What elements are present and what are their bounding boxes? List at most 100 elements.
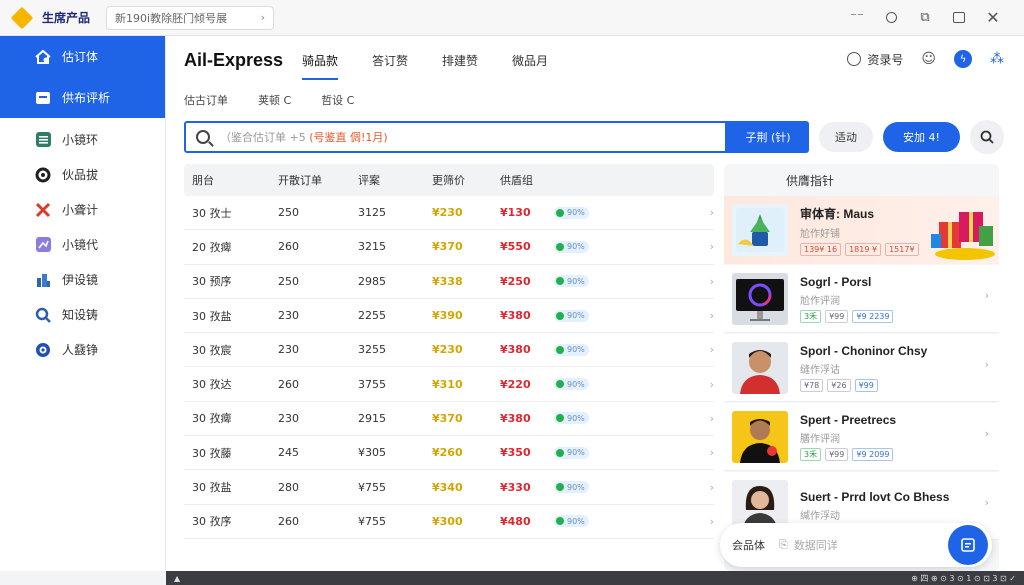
chevron-right-icon: › bbox=[709, 309, 714, 323]
table-row[interactable]: 30 孜盐 280 ¥755 ¥340 ¥330 90% › bbox=[184, 470, 714, 505]
sidebar-item-label: 小镜环 bbox=[62, 133, 99, 147]
cell-reviews: 3755 bbox=[358, 377, 386, 391]
window-tab[interactable]: 新190i教除胚门倾号展 › bbox=[106, 5, 275, 30]
sidebar-item-report[interactable]: 供布评析 bbox=[0, 77, 165, 118]
title-bar: 生席产品 新190i教除胚门倾号展 › ⁻⁻ ⧉ ✕ bbox=[0, 0, 1024, 36]
account-icon bbox=[847, 52, 862, 66]
table-row[interactable]: 30 孜痺 230 2915 ¥370 ¥380 90% › bbox=[184, 402, 714, 437]
column-header[interactable]: 朋台 bbox=[184, 172, 272, 188]
account-button[interactable]: 资录号 bbox=[847, 51, 903, 68]
subtab-sort[interactable]: 荚顿 C bbox=[258, 92, 291, 108]
sidebar-item-label: 估订体 bbox=[62, 50, 99, 64]
sidebar-item-list[interactable]: 小镜环 bbox=[0, 122, 165, 157]
tab-monthly[interactable]: 微品月 bbox=[512, 52, 548, 80]
chat-send-button[interactable] bbox=[948, 525, 988, 565]
sidebar-item-target[interactable]: 人鼗铮 bbox=[0, 332, 165, 367]
column-header[interactable]: 供盾组 bbox=[500, 172, 554, 188]
action-button[interactable]: 适动 bbox=[819, 122, 873, 152]
product-tag: ¥9 2099 bbox=[852, 447, 894, 461]
brand-title: Ail-Express bbox=[184, 50, 284, 70]
chevron-right-icon: › bbox=[260, 11, 266, 24]
subtab-orders[interactable]: 估古订单 bbox=[184, 92, 228, 108]
table-row[interactable]: 30 孜盐 230 2255 ¥390 ¥380 90% › bbox=[184, 299, 714, 334]
add-button[interactable]: 安加 4! bbox=[883, 122, 960, 152]
table-row[interactable]: 30 孜藤 245 ¥305 ¥260 ¥350 90% › bbox=[184, 436, 714, 471]
featured-product-card[interactable]: 审体育: Maus 尬作好铺 139¥ 16 1819 ¥ 1517¥ bbox=[724, 196, 999, 264]
status-dot-icon bbox=[556, 483, 564, 492]
cell-platform: 30 孜痺 bbox=[192, 412, 232, 426]
cell-price: ¥340 bbox=[432, 480, 463, 494]
subtab-filter[interactable]: 哲设 C bbox=[321, 92, 354, 108]
extension-button[interactable]: ⧉ bbox=[908, 6, 942, 30]
column-header[interactable]: 更筛价 bbox=[432, 172, 500, 188]
cell-orders: 245 bbox=[278, 446, 299, 460]
status-dot-icon bbox=[556, 208, 564, 217]
sidebar-item-gear[interactable]: 伙品拔 bbox=[0, 157, 165, 192]
product-subtitle: 尬作好铺 bbox=[800, 228, 840, 240]
users-button[interactable]: ⁂ bbox=[990, 51, 1004, 67]
smiley-icon: ☺ bbox=[921, 51, 936, 67]
nav-tabs: 骑品款 答订赘 排建赞 微品月 bbox=[302, 52, 582, 80]
cell-cost: ¥380 bbox=[500, 411, 531, 425]
product-card[interactable]: Sogrl - Porsl 尬作评润 3禾 ¥99 ¥9 2239 › bbox=[724, 265, 999, 333]
chevron-right-icon: › bbox=[709, 446, 714, 460]
sidebar-item-home[interactable]: 估订体 bbox=[0, 36, 165, 77]
product-name: Suert - Prrd lovt Co Bhess bbox=[800, 489, 950, 504]
sidebar-item-search-cog[interactable]: 知设铸 bbox=[0, 297, 165, 332]
bolt-icon: ϟ bbox=[954, 50, 972, 68]
table-row[interactable]: 30 孜宸 230 3255 ¥230 ¥380 90% › bbox=[184, 333, 714, 368]
search-round-button[interactable] bbox=[969, 120, 1004, 154]
sidebar-item-chart[interactable]: 小镜代 bbox=[0, 227, 165, 262]
search-input[interactable]: （鉴合估订单 +5 (号鉴直 倜!1月) bbox=[184, 121, 727, 153]
cell-orders: 250 bbox=[278, 274, 299, 288]
tab-orders[interactable]: 答订赘 bbox=[372, 52, 408, 80]
table-body: 30 孜士 250 3125 ¥230 ¥130 90% › 20 孜痺 260 3215 ¥370… bbox=[184, 196, 714, 539]
status-bar: ▲ ⊕ 四 ⊕ ⊙ 3 ⊙ 1 ⊙ ⊡ 3 ⊡ ✓ bbox=[166, 571, 1024, 585]
product-tag: ¥9 2239 bbox=[852, 309, 894, 323]
emoji-button[interactable]: ☺ bbox=[921, 51, 936, 67]
notification-button[interactable]: ϟ bbox=[954, 50, 972, 68]
product-name: 审体育: Maus bbox=[800, 206, 875, 221]
cell-platform: 30 预序 bbox=[192, 275, 232, 289]
search-button[interactable]: 子荆 (针) bbox=[727, 121, 809, 153]
cell-cost: ¥220 bbox=[500, 377, 531, 391]
cell-platform: 30 孜序 bbox=[192, 515, 232, 529]
cell-price: ¥230 bbox=[432, 343, 463, 357]
cell-orders: 230 bbox=[278, 309, 299, 323]
app-name: 生席产品 bbox=[42, 11, 91, 25]
cell-cost: ¥350 bbox=[500, 446, 531, 460]
cell-cost: ¥480 bbox=[500, 514, 531, 528]
table-row[interactable]: 30 预序 250 2985 ¥338 ¥250 90% › bbox=[184, 265, 714, 299]
minimize-button[interactable]: ⁻⁻ bbox=[840, 6, 874, 30]
chat-button[interactable] bbox=[942, 6, 976, 30]
cell-orders: 260 bbox=[278, 240, 299, 254]
cell-platform: 30 孜藤 bbox=[192, 446, 232, 460]
tab-products[interactable]: 骑品款 bbox=[302, 52, 339, 80]
person-icon bbox=[740, 418, 780, 463]
cell-platform: 20 孜痺 bbox=[192, 240, 232, 254]
product-card[interactable]: Spert - Preetrecs 膳作评润 3禾 ¥99 ¥9 2099 › bbox=[724, 403, 999, 471]
table-row[interactable]: 30 孜士 250 3125 ¥230 ¥130 90% › bbox=[184, 196, 714, 231]
cell-reviews: ¥755 bbox=[358, 480, 386, 494]
sidebar-item-building[interactable]: 伊设镜 bbox=[0, 262, 165, 297]
cell-reviews: 3215 bbox=[358, 240, 386, 254]
product-tag: 139¥ 16 bbox=[800, 242, 842, 256]
table-row[interactable]: 20 孜痺 260 3215 ¥370 ¥550 90% › bbox=[184, 230, 714, 265]
close-button[interactable]: ✕ bbox=[976, 6, 1010, 30]
search-placeholder: （鉴合估订单 +5 (号鉴直 倜!1月) bbox=[220, 131, 388, 144]
chat-input[interactable]: ⎘ 数据同详 bbox=[779, 537, 838, 553]
column-header[interactable]: 评案 bbox=[358, 172, 432, 188]
tab-ranking[interactable]: 排建赞 bbox=[442, 52, 478, 80]
product-name: Sporl - Choninor Chsy bbox=[800, 343, 928, 358]
table-row[interactable]: 30 孜达 260 3755 ¥310 ¥220 90% › bbox=[184, 367, 714, 402]
building-icon bbox=[34, 271, 52, 289]
column-header[interactable]: 开散订单 bbox=[272, 172, 358, 188]
search-row: （鉴合估订单 +5 (号鉴直 倜!1月) 子荆 (针) 适动 安加 4! bbox=[184, 120, 1004, 154]
circle-button[interactable] bbox=[874, 6, 908, 30]
product-card[interactable]: Sporl - Choninor Chsy 缝作浮诂 ¥78 ¥26 ¥99 › bbox=[724, 334, 999, 402]
cell-price: ¥230 bbox=[432, 206, 463, 220]
sidebar-item-tools[interactable]: 小聋计 bbox=[0, 192, 165, 227]
table-row[interactable]: 30 孜序 260 ¥755 ¥300 ¥480 90% › bbox=[184, 505, 714, 539]
chevron-right-icon: › bbox=[709, 206, 714, 220]
product-name: Sogrl - Porsl bbox=[800, 274, 872, 289]
